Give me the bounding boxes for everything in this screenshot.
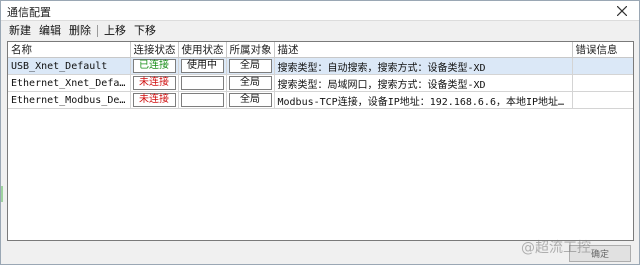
connections-table-container[interactable]: 名称 连接状态 使用状态 所属对象 描述 错误信息 USB_Xnet_Defau… <box>7 41 634 241</box>
cell-name: Ethernet_Xnet_Default <box>8 74 131 92</box>
owner-button[interactable]: 全局 <box>228 59 272 73</box>
owner-button[interactable]: 全局 <box>228 76 272 90</box>
delete-button[interactable]: 删除 <box>65 23 95 39</box>
table-row[interactable]: USB_Xnet_Default 已连接 使用中 全局 搜索类型：自动搜索，搜索… <box>8 57 633 75</box>
toolbar: 新建 编辑 删除 上移 下移 <box>1 22 639 40</box>
cell-description: 搜索类型：局域网口，搜索方式：设备类型-XD <box>274 74 573 92</box>
cell-usage-status <box>178 74 227 92</box>
table-row[interactable]: Ethernet_Modbus_Def... 未连接 全局 Modbus-TCP… <box>8 91 633 109</box>
cell-error <box>572 91 633 109</box>
usage-status-button[interactable] <box>180 93 224 107</box>
cell-error <box>572 74 633 92</box>
cell-usage-status: 使用中 <box>178 57 227 75</box>
cell-connection-status: 未连接 <box>130 74 179 92</box>
owner-button[interactable]: 全局 <box>228 93 272 107</box>
cell-error <box>572 57 633 75</box>
confirm-button[interactable]: 确定 <box>569 245 631 262</box>
new-button[interactable]: 新建 <box>5 23 35 39</box>
close-icon <box>617 6 627 16</box>
cell-usage-status <box>178 91 227 109</box>
title-bar: 通信配置 <box>1 1 639 21</box>
cell-connection-status: 已连接 <box>130 57 179 75</box>
move-up-button[interactable]: 上移 <box>100 23 130 39</box>
column-header-owner[interactable]: 所属对象 <box>226 42 275 58</box>
connection-status-button[interactable]: 未连接 <box>132 93 176 107</box>
cell-description: 搜索类型：自动搜索，搜索方式：设备类型-XD <box>274 57 573 75</box>
column-header-name[interactable]: 名称 <box>8 42 131 58</box>
cell-name: Ethernet_Modbus_Def... <box>8 91 131 109</box>
cell-name: USB_Xnet_Default <box>8 57 131 75</box>
cell-description: Modbus-TCP连接，设备IP地址：192.168.6.6，本地IP地址：0… <box>274 91 573 109</box>
column-header-description[interactable]: 描述 <box>274 42 573 58</box>
table-header-row: 名称 连接状态 使用状态 所属对象 描述 错误信息 <box>8 42 633 58</box>
cell-owner: 全局 <box>226 57 275 75</box>
table-row[interactable]: Ethernet_Xnet_Default 未连接 全局 搜索类型：局域网口，搜… <box>8 74 633 92</box>
usage-status-button[interactable] <box>180 76 224 90</box>
column-header-connection-status[interactable]: 连接状态 <box>130 42 179 58</box>
usage-status-button[interactable]: 使用中 <box>180 59 224 73</box>
connection-status-button[interactable]: 已连接 <box>132 59 176 73</box>
window-title: 通信配置 <box>7 6 51 19</box>
edit-button[interactable]: 编辑 <box>35 23 65 39</box>
cell-owner: 全局 <box>226 74 275 92</box>
communication-config-window: 通信配置 新建 编辑 删除 上移 下移 名称 连接状态 使用状态 所属对象 描述… <box>0 0 640 265</box>
cell-owner: 全局 <box>226 91 275 109</box>
column-header-usage-status[interactable]: 使用状态 <box>178 42 227 58</box>
left-edge-marker <box>1 186 3 202</box>
cell-connection-status: 未连接 <box>130 91 179 109</box>
move-down-button[interactable]: 下移 <box>130 23 160 39</box>
connection-status-button[interactable]: 未连接 <box>132 76 176 90</box>
connections-table: 名称 连接状态 使用状态 所属对象 描述 错误信息 USB_Xnet_Defau… <box>8 42 633 109</box>
toolbar-separator <box>97 25 98 37</box>
close-button[interactable] <box>613 2 631 20</box>
column-header-error[interactable]: 错误信息 <box>572 42 633 58</box>
